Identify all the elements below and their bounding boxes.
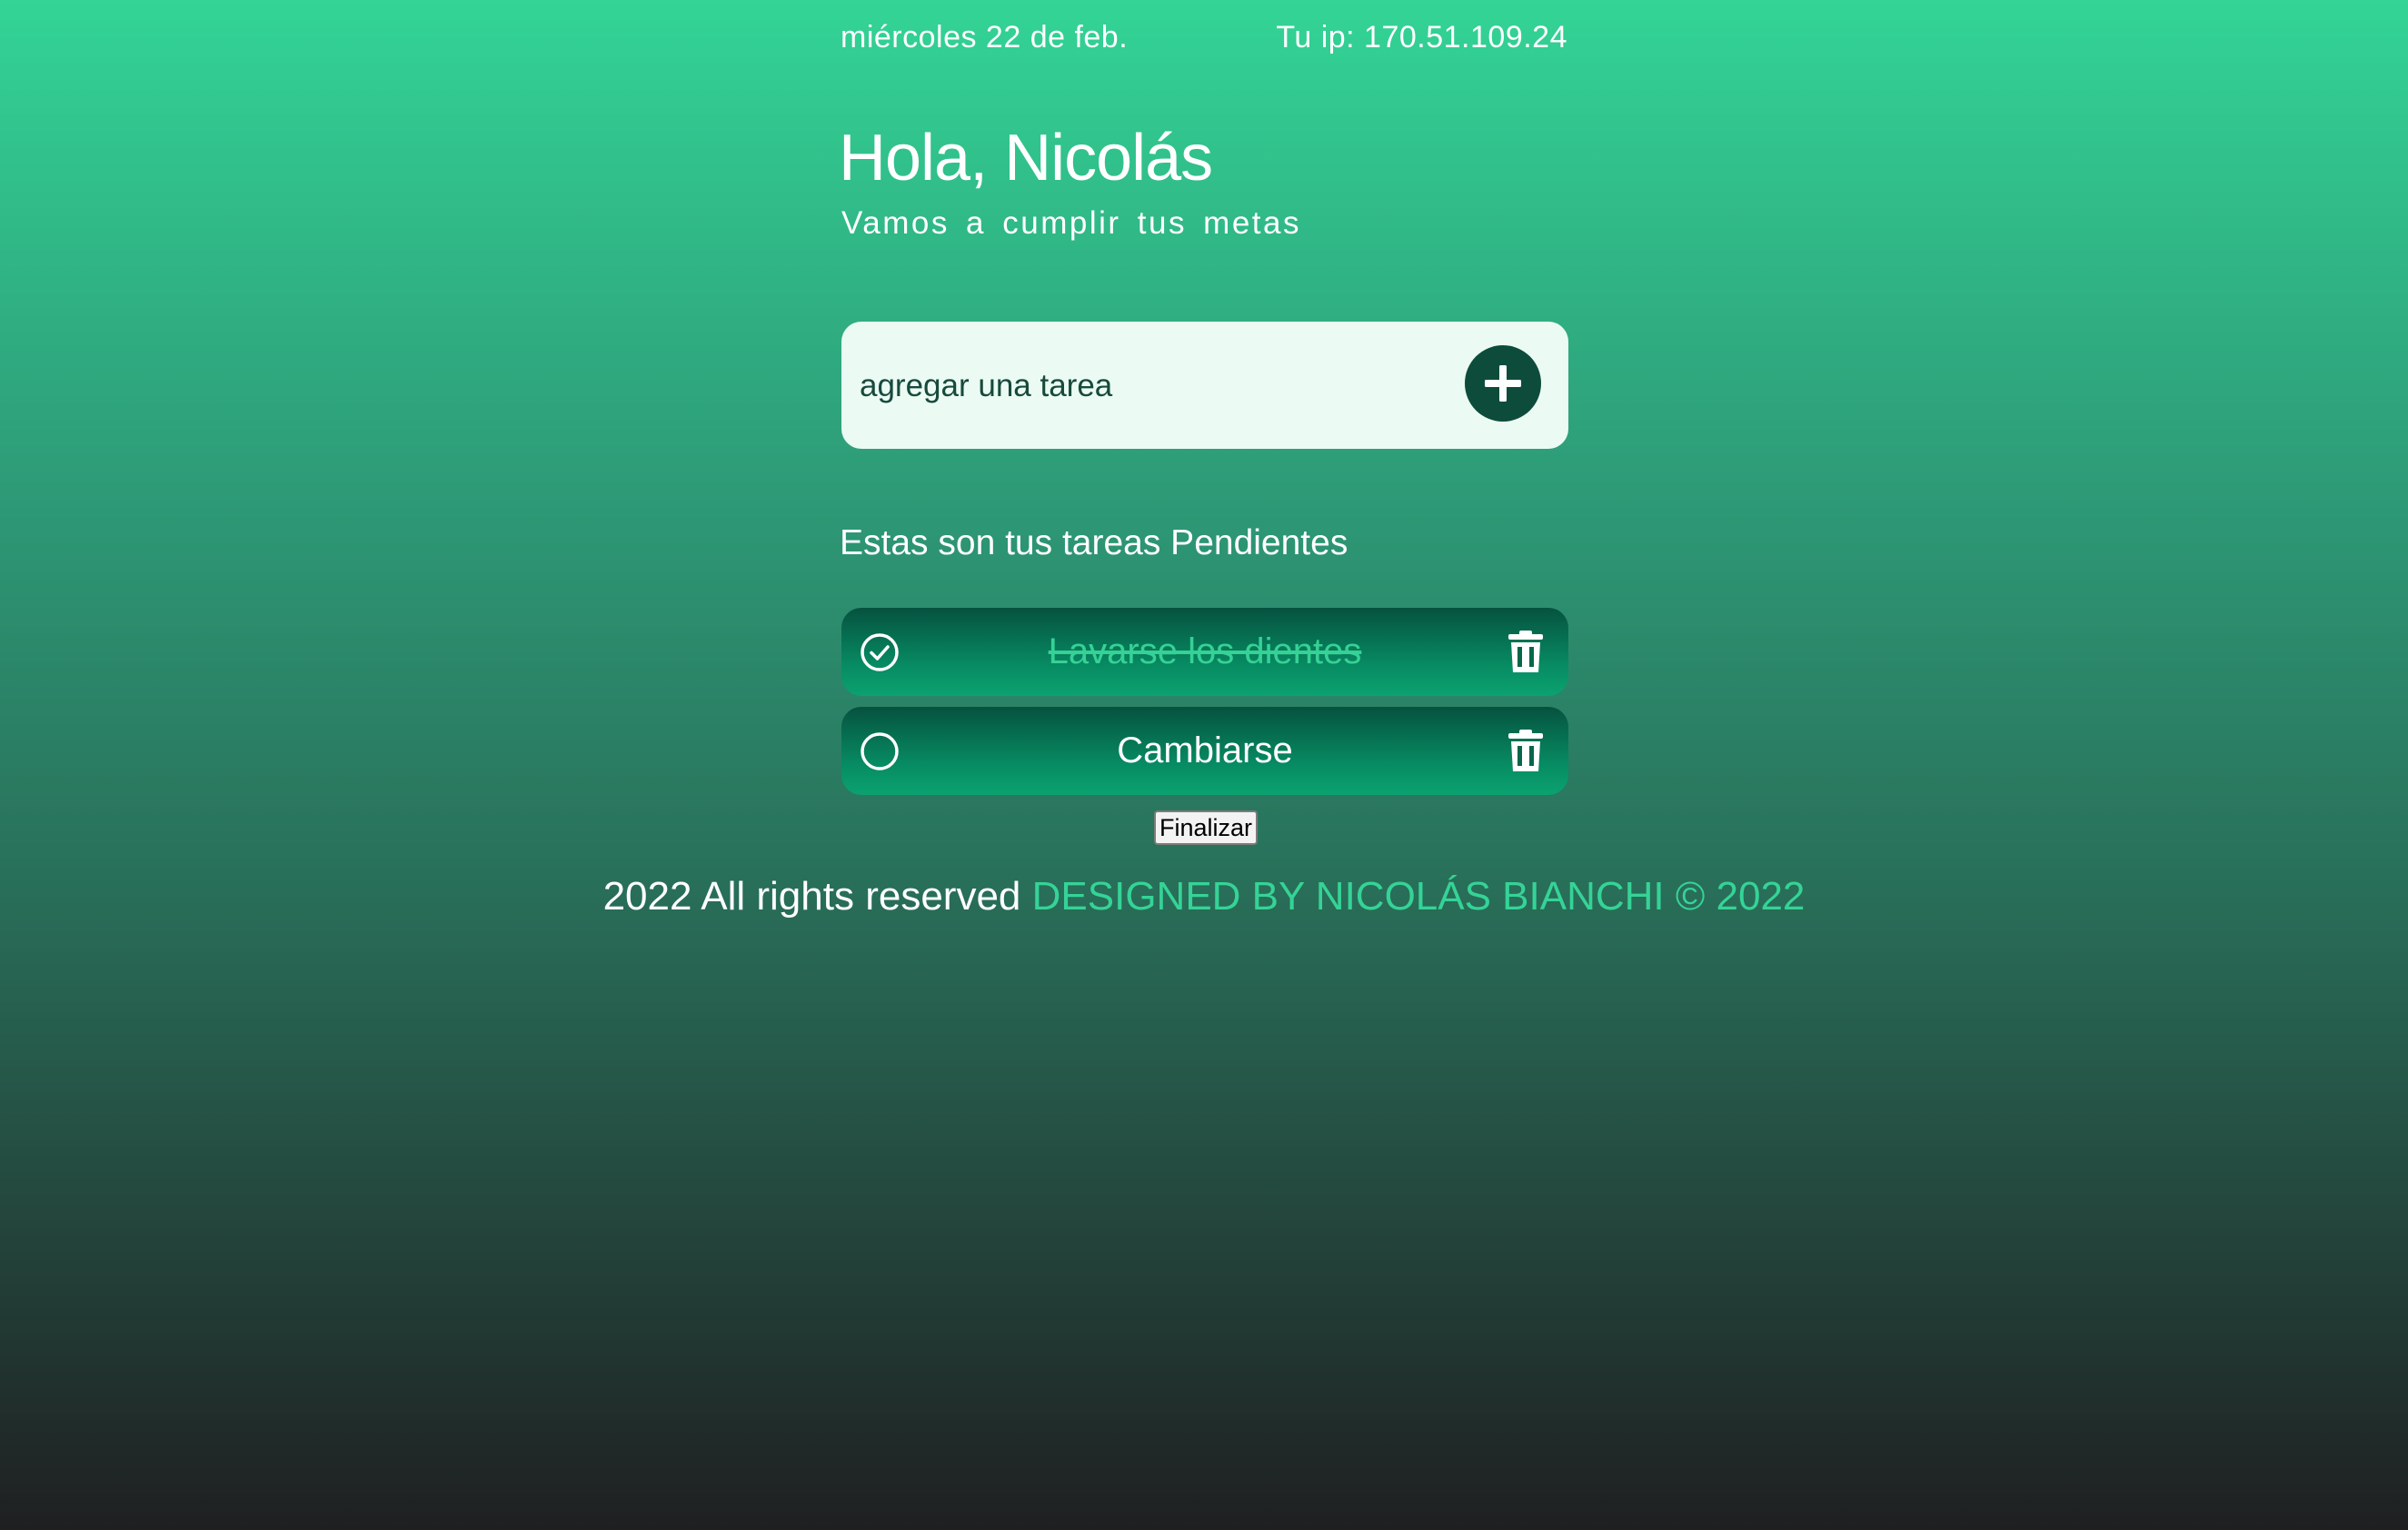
empty-circle-icon [861,732,899,770]
task-label: Cambiarse [1117,730,1293,770]
task-item: Lavarse los dientes [841,608,1568,696]
task-toggle[interactable] [860,632,900,672]
trash-icon [1508,631,1543,672]
greeting-subtitle: Vamos a cumplir tus metas [841,205,1301,241]
current-date: miércoles 22 de feb. [841,20,1129,55]
footer-rights: 2022 All rights reserved [602,874,1021,919]
check-circle-icon [861,633,899,671]
add-task-button[interactable] [1465,345,1541,422]
add-task-input[interactable] [858,349,1443,423]
top-bar: miércoles 22 de feb. Tu ip: 170.51.109.2… [841,20,1567,55]
page: miércoles 22 de feb. Tu ip: 170.51.109.2… [0,0,2408,1530]
pending-tasks-title: Estas son tus tareas Pendientes [840,523,1348,562]
task-label: Lavarse los dientes [1048,631,1362,671]
plus-icon [1485,365,1521,402]
ip-address: Tu ip: 170.51.109.24 [1276,20,1567,55]
delete-task-button[interactable] [1507,729,1545,772]
trash-icon [1508,730,1543,771]
task-toggle[interactable] [860,731,900,771]
footer: 2022 All rights reserved DESIGNED BY NIC… [0,874,2408,919]
task-item: Cambiarse [841,707,1568,795]
finish-button[interactable]: Finalizar [1154,810,1259,845]
add-task-form [841,322,1568,449]
greeting-title: Hola, Nicolás [839,122,1213,194]
delete-task-button[interactable] [1507,630,1545,673]
footer-designer: DESIGNED BY NICOLÁS BIANCHI © 2022 [1031,874,1806,919]
